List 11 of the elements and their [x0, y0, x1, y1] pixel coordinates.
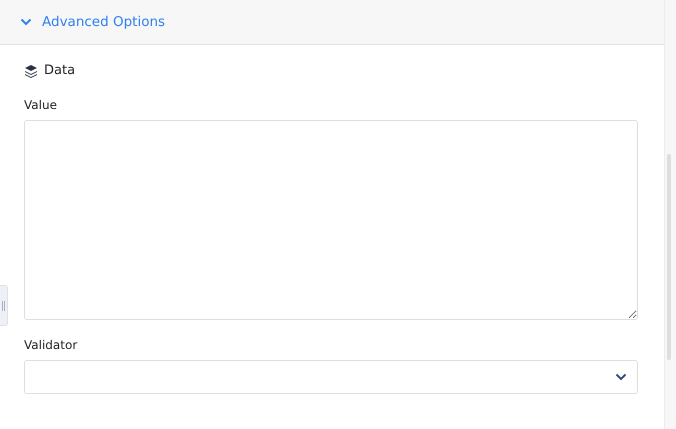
layers-icon — [24, 64, 38, 78]
validator-select[interactable] — [24, 360, 638, 394]
value-field[interactable] — [24, 120, 638, 320]
scrollbar[interactable] — [664, 0, 676, 429]
field-label: Validator — [24, 338, 78, 352]
chevron-down-icon — [615, 373, 627, 381]
group-title: Data — [44, 63, 76, 78]
chevron-icon — [20, 18, 32, 26]
section-header[interactable]: Advanced Options — [0, 0, 664, 45]
field-label: Value — [24, 98, 58, 112]
resize-handle[interactable] — [0, 285, 8, 326]
